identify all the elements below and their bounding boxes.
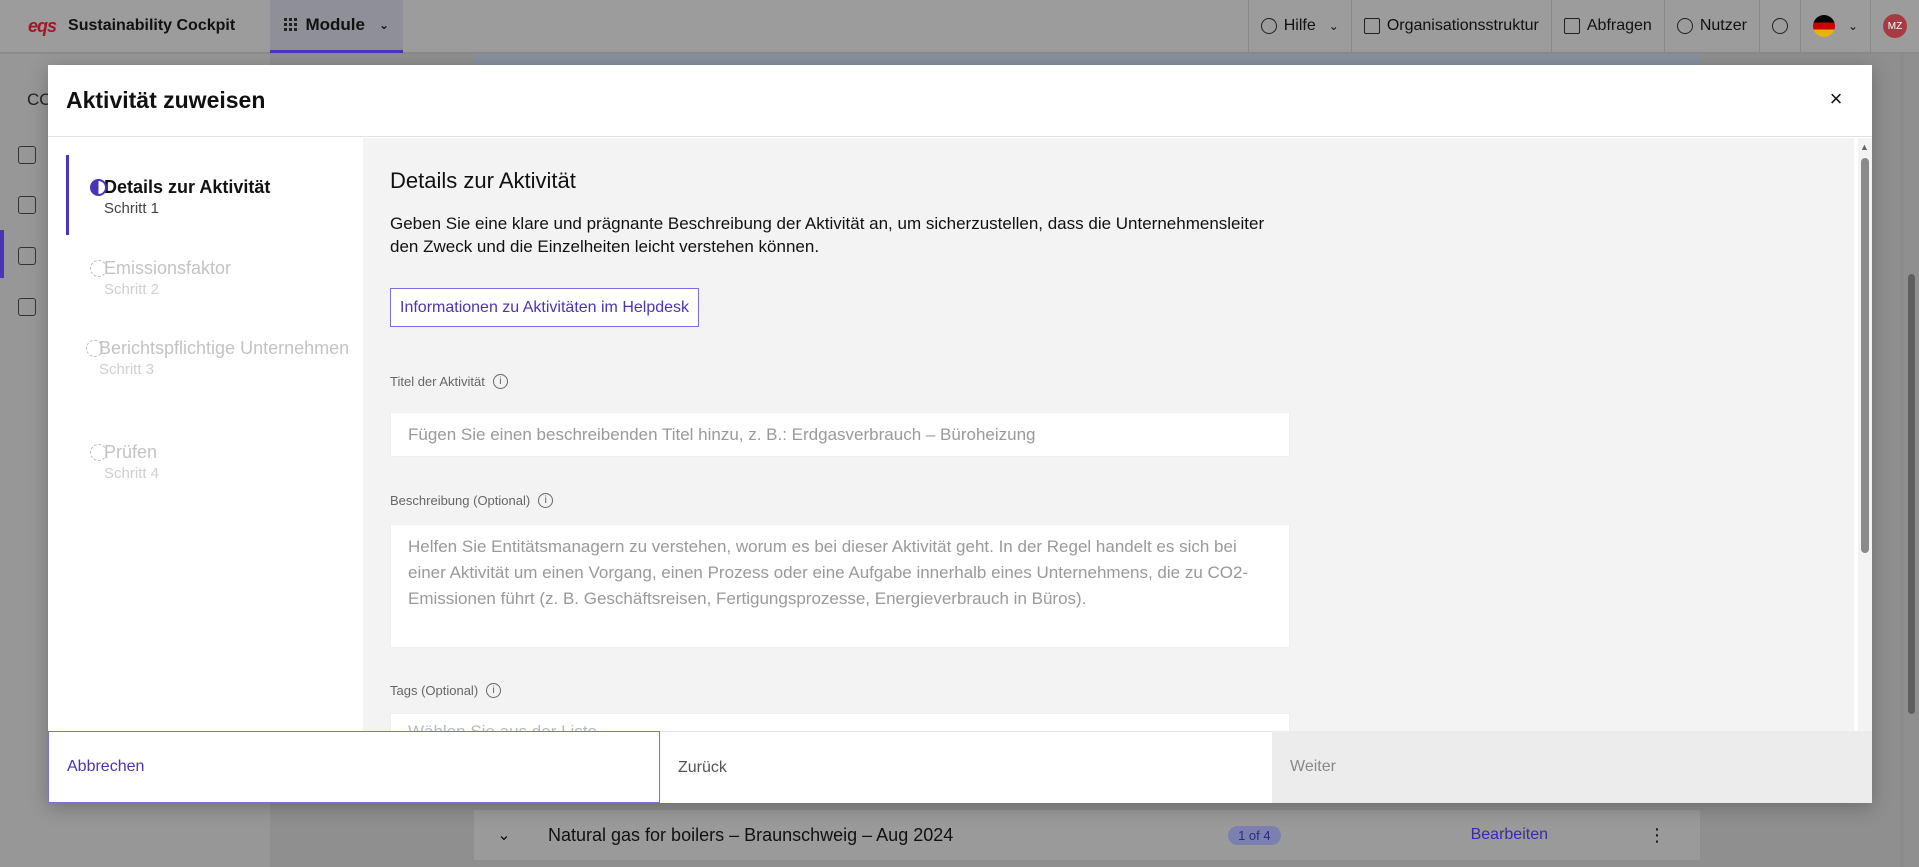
scroll-up-icon[interactable]: ▲ (1860, 142, 1869, 152)
org-structure-label: Organisationsstruktur (1386, 17, 1539, 34)
step-content: Details zur Aktivität Geben Sie eine kla… (363, 138, 1854, 731)
clipboard-icon[interactable] (18, 247, 36, 265)
info-icon[interactable]: i (538, 493, 554, 508)
step-emission-factor: Emissionsfaktor Schritt 2 (66, 256, 356, 300)
step-sublabel: Schritt 3 (99, 361, 155, 378)
close-icon[interactable]: × (1822, 85, 1850, 113)
language-select[interactable]: ⌄ (1799, 0, 1870, 53)
status-badge: 1 of 4 (1228, 825, 1281, 845)
half-circle-icon (90, 179, 107, 196)
module-menu-button[interactable]: Module ⌄ (270, 0, 403, 53)
activity-title-input[interactable]: Fügen Sie einen beschreibenden Titel hin… (390, 412, 1290, 457)
title-label-text: Titel der Aktivität (390, 374, 485, 389)
dashed-circle-icon (86, 340, 103, 357)
users-link[interactable]: Nutzer (1663, 0, 1759, 53)
scrollbar-thumb[interactable] (1861, 158, 1869, 553)
step-sublabel: Schritt 2 (104, 281, 160, 298)
queries-icon (1563, 18, 1580, 34)
edit-link[interactable]: Bearbeiten (1471, 826, 1548, 844)
dashed-circle-icon (90, 260, 107, 277)
step-details[interactable]: Details zur Aktivität Schritt 1 (66, 175, 356, 219)
chevron-down-icon: ⌄ (378, 17, 389, 32)
app-name: Sustainability Cockpit (68, 17, 236, 34)
description-field-label: Beschreibung (Optional) i (390, 493, 554, 508)
more-options-icon[interactable]: ⋮ (1648, 825, 1666, 846)
helpdesk-link-button[interactable]: Informationen zu Aktivitäten im Helpdesk (390, 288, 700, 327)
grid-icon (284, 17, 297, 32)
step-label: Prüfen (104, 442, 158, 462)
dashed-circle-icon (90, 444, 107, 461)
german-flag-icon (1812, 15, 1835, 37)
title-field-label: Titel der Aktivität i (390, 374, 508, 389)
user-menu[interactable]: MZ (1870, 0, 1919, 53)
org-structure-link[interactable]: Organisationsstruktur (1350, 0, 1551, 53)
table-row[interactable]: ⌄ Natural gas for boilers – Braunschweig… (474, 810, 1700, 860)
step-label: Emissionsfaktor (104, 258, 232, 278)
notifications-button[interactable] (1758, 0, 1800, 53)
avatar: MZ (1883, 14, 1907, 38)
description-textarea[interactable]: Helfen Sie Entitätsmanagern zu verstehen… (390, 524, 1290, 648)
tags-label-text: Tags (Optional) (390, 683, 479, 698)
section-description: Geben Sie eine klare und prägnante Besch… (390, 214, 1265, 256)
users-icon (1676, 18, 1693, 34)
brand[interactable]: eqs Sustainability Cockpit (0, 16, 270, 37)
step-reporting-companies: Berichtspflichtige Unternehmen Schritt 3 (66, 336, 356, 380)
eqs-logo: eqs (28, 15, 57, 36)
chart-icon[interactable] (18, 196, 36, 214)
info-icon[interactable]: i (486, 683, 502, 698)
step-label: Berichtspflichtige Unternehmen (99, 338, 350, 358)
users-label: Nutzer (1699, 17, 1747, 34)
page-scrollbar[interactable] (1904, 54, 1919, 867)
tags-select[interactable]: Wählen Sie aus der Liste (390, 713, 1290, 731)
tags-field-label: Tags (Optional) i (390, 683, 502, 698)
help-label: Hilfe (1283, 17, 1316, 34)
step-review: Prüfen Schritt 4 (66, 440, 356, 484)
modal-header: Aktivität zuweisen (48, 65, 1872, 137)
sidebar-active-indicator (0, 230, 4, 278)
report-icon[interactable] (18, 298, 36, 316)
module-label: Module (305, 14, 365, 34)
chevron-down-icon[interactable]: ⌄ (474, 825, 534, 845)
top-navigation-bar: eqs Sustainability Cockpit Module ⌄ Hilf… (0, 0, 1919, 53)
row-title: Natural gas for boilers – Braunschweig –… (548, 824, 954, 845)
step-sublabel: Schritt 1 (104, 200, 160, 217)
chevron-down-icon: ⌄ (1328, 19, 1339, 33)
help-icon (1260, 18, 1277, 34)
modal-title: Aktivität zuweisen (66, 87, 266, 113)
back-button[interactable]: Zurück (660, 731, 1272, 803)
queries-link[interactable]: Abfragen (1550, 0, 1664, 53)
step-label: Details zur Aktivität (104, 177, 271, 197)
section-title: Details zur Aktivität (390, 168, 576, 193)
next-button[interactable]: Weiter (1272, 731, 1872, 803)
stepper: Details zur Aktivität Schritt 1 Emission… (48, 138, 363, 731)
description-label-text: Beschreibung (Optional) (390, 493, 531, 508)
assign-activity-modal: Aktivität zuweisen × Details zur Aktivit… (48, 65, 1872, 803)
bell-icon (1771, 18, 1788, 34)
info-icon[interactable]: i (492, 374, 508, 389)
rocket-icon[interactable] (18, 146, 36, 164)
modal-scrollbar[interactable]: ▲ (1858, 138, 1872, 731)
modal-footer: Abbrechen Zurück Weiter (48, 731, 1872, 803)
step-sublabel: Schritt 4 (104, 465, 160, 482)
org-chart-icon (1363, 18, 1380, 34)
cancel-button[interactable]: Abbrechen (48, 731, 660, 803)
queries-label: Abfragen (1586, 17, 1652, 34)
help-menu[interactable]: Hilfe ⌄ (1247, 0, 1351, 53)
chevron-down-icon: ⌄ (1847, 19, 1858, 33)
